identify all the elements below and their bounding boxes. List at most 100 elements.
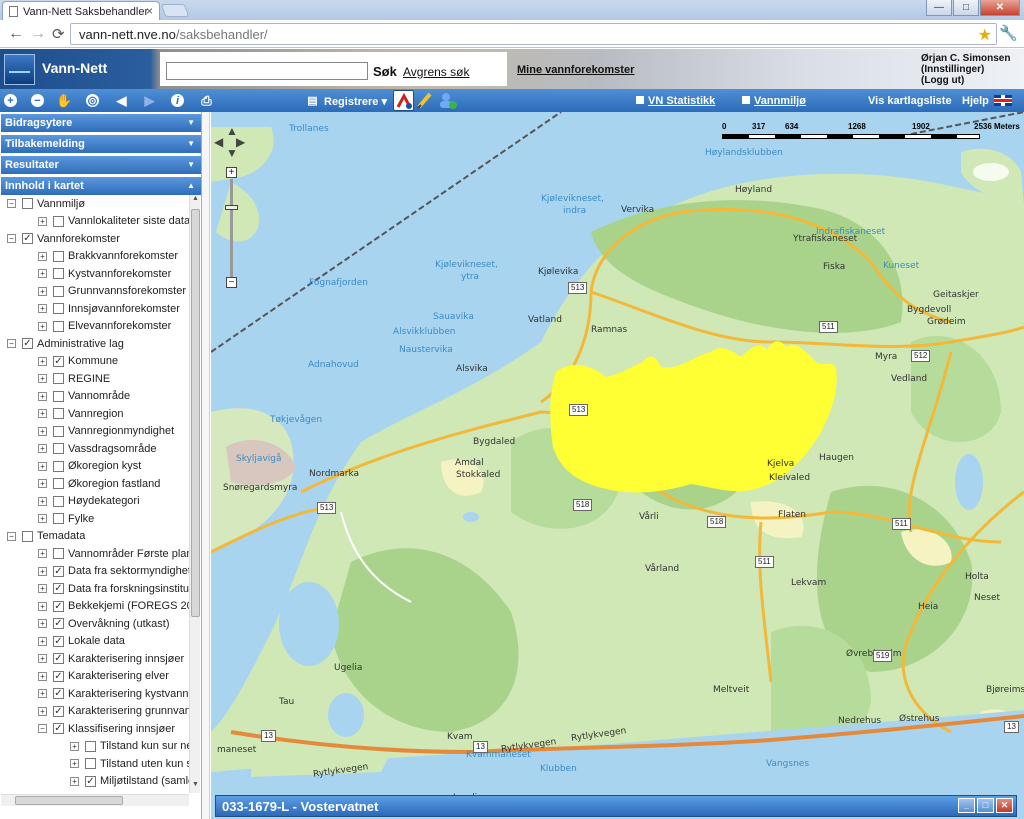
layer-checkbox[interactable] <box>53 408 64 419</box>
layer-checkbox[interactable]: ✓ <box>53 688 64 699</box>
minimize-window-button[interactable]: — <box>926 0 952 16</box>
panel-splitter[interactable] <box>202 112 210 819</box>
section-map-contents[interactable]: Innhold i kartet ▲ <box>1 177 201 196</box>
expand-icon[interactable]: + <box>38 601 47 611</box>
expand-icon[interactable]: + <box>70 741 79 751</box>
forward-arrow-icon[interactable]: → <box>30 25 46 43</box>
layer-checkbox[interactable] <box>53 215 64 227</box>
logout-link[interactable]: (Logg ut) <box>921 75 1010 86</box>
print-icon[interactable]: ⎙ <box>198 92 215 109</box>
pan-left-icon[interactable]: ◀ <box>214 136 223 148</box>
expand-icon[interactable]: + <box>38 461 47 471</box>
forward-arrow-icon[interactable]: ▶ <box>141 92 158 109</box>
panel-minimize-button[interactable]: _ <box>958 798 975 813</box>
expand-icon[interactable]: + <box>38 286 47 296</box>
layer-checkbox[interactable] <box>53 390 64 402</box>
layer-checkbox[interactable] <box>53 513 64 524</box>
help-link[interactable]: Hjelp <box>962 95 989 107</box>
layer-checkbox[interactable]: ✓ <box>53 583 64 594</box>
layer-checkbox[interactable]: ✓ <box>85 775 96 787</box>
expand-icon[interactable]: + <box>38 444 47 453</box>
collapse-icon[interactable]: − <box>7 339 16 348</box>
back-arrow-icon[interactable]: ← <box>8 25 24 43</box>
zoom-knob[interactable] <box>225 205 238 210</box>
add-user-button[interactable] <box>437 90 458 111</box>
pan-control[interactable]: ▲ ◀ ▶ ▼ <box>214 125 248 159</box>
layer-checkbox[interactable] <box>22 530 33 542</box>
expand-icon[interactable]: + <box>38 479 47 488</box>
section-contributors[interactable]: Bidragsytere ▼ <box>1 114 201 133</box>
layer-checkbox[interactable] <box>85 740 96 752</box>
layer-checkbox[interactable] <box>53 268 64 279</box>
uk-flag-icon[interactable] <box>994 95 1012 106</box>
wrench-icon[interactable]: 🔧 <box>999 24 1018 42</box>
layer-checkbox[interactable]: ✓ <box>53 355 64 367</box>
collapse-icon[interactable]: − <box>7 199 16 208</box>
expand-icon[interactable]: + <box>38 689 47 698</box>
zoom-track[interactable] <box>230 179 233 277</box>
select-tool-button[interactable] <box>393 90 414 111</box>
expand-icon[interactable]: + <box>70 776 79 786</box>
layer-checkbox[interactable] <box>85 758 96 769</box>
pan-hand-icon[interactable]: ✋ <box>56 92 73 109</box>
panel-restore-button[interactable]: □ <box>977 798 994 813</box>
panel-close-button[interactable]: ✕ <box>996 798 1013 813</box>
expand-icon[interactable]: + <box>38 304 47 313</box>
layer-checkbox[interactable]: ✓ <box>53 565 64 577</box>
expand-icon[interactable]: + <box>38 654 47 663</box>
tab-close-icon[interactable]: × <box>146 4 153 18</box>
maximize-window-button[interactable]: □ <box>953 0 979 16</box>
expand-icon[interactable]: + <box>38 216 47 226</box>
register-menu[interactable]: Registrere ▾ <box>324 95 387 108</box>
back-arrow-icon[interactable]: ◀ <box>113 92 130 109</box>
layer-checkbox[interactable]: ✓ <box>53 705 64 717</box>
layer-checkbox[interactable] <box>22 198 33 209</box>
layer-checkbox[interactable]: ✓ <box>22 338 33 349</box>
reload-icon[interactable]: ⟳ <box>52 25 65 43</box>
layer-checkbox[interactable] <box>53 373 64 384</box>
expand-icon[interactable]: + <box>38 409 47 418</box>
expand-icon[interactable]: + <box>38 251 47 261</box>
collapse-icon[interactable]: − <box>7 234 16 243</box>
layer-checkbox[interactable]: ✓ <box>53 600 64 612</box>
scroll-up-icon[interactable]: ▲ <box>190 195 201 207</box>
section-results[interactable]: Resultater ▼ <box>1 156 201 175</box>
refine-search-link[interactable]: Avgrens søk <box>403 65 469 79</box>
scroll-thumb[interactable] <box>191 209 200 617</box>
expand-icon[interactable]: + <box>38 584 47 593</box>
layer-checkbox[interactable]: ✓ <box>53 618 64 629</box>
bookmark-star-icon[interactable]: ★ <box>978 25 992 45</box>
new-tab-button[interactable] <box>160 4 190 17</box>
layer-list-link[interactable]: Vis kartlagsliste <box>868 95 952 107</box>
section-feedback[interactable]: Tilbakemelding ▼ <box>1 135 201 154</box>
vannmiljo-link[interactable]: Vannmiljø <box>754 95 806 107</box>
zoom-in-icon[interactable]: + <box>4 94 17 107</box>
expand-icon[interactable]: + <box>38 636 47 646</box>
layer-checkbox[interactable]: ✓ <box>53 653 64 664</box>
my-waterbodies-link[interactable]: Mine vannforekomster <box>517 64 634 76</box>
map-canvas[interactable]: Trollanes Høylandsklubben Høyland Kjølevikn… <box>211 112 1024 819</box>
layer-checkbox[interactable]: ✓ <box>22 233 33 244</box>
url-field[interactable]: vann-nett.nve.no/saksbehandler/ ★ <box>70 23 997 45</box>
info-icon[interactable]: i <box>171 94 184 107</box>
layer-checkbox[interactable] <box>53 495 64 507</box>
layer-checkbox[interactable] <box>53 303 64 314</box>
expand-icon[interactable]: + <box>38 356 47 366</box>
expand-icon[interactable]: + <box>38 706 47 716</box>
expand-icon[interactable]: + <box>38 321 47 331</box>
layer-checkbox[interactable] <box>53 285 64 297</box>
pen-tool-button[interactable] <box>415 90 436 111</box>
layer-checkbox[interactable]: ✓ <box>53 670 64 682</box>
layer-checkbox[interactable] <box>53 443 64 454</box>
layer-checkbox[interactable] <box>53 478 64 489</box>
expand-icon[interactable]: + <box>38 514 47 523</box>
search-button[interactable]: Søk <box>373 64 397 79</box>
expand-icon[interactable]: + <box>38 671 47 681</box>
layer-checkbox[interactable] <box>53 320 64 332</box>
expand-icon[interactable]: + <box>38 269 47 278</box>
scroll-thumb[interactable] <box>15 796 123 805</box>
tree-vertical-scrollbar[interactable]: ▲ ▼ <box>189 195 200 793</box>
layer-checkbox[interactable] <box>53 250 64 262</box>
expand-icon[interactable]: + <box>38 619 47 628</box>
expand-icon[interactable]: + <box>38 496 47 506</box>
